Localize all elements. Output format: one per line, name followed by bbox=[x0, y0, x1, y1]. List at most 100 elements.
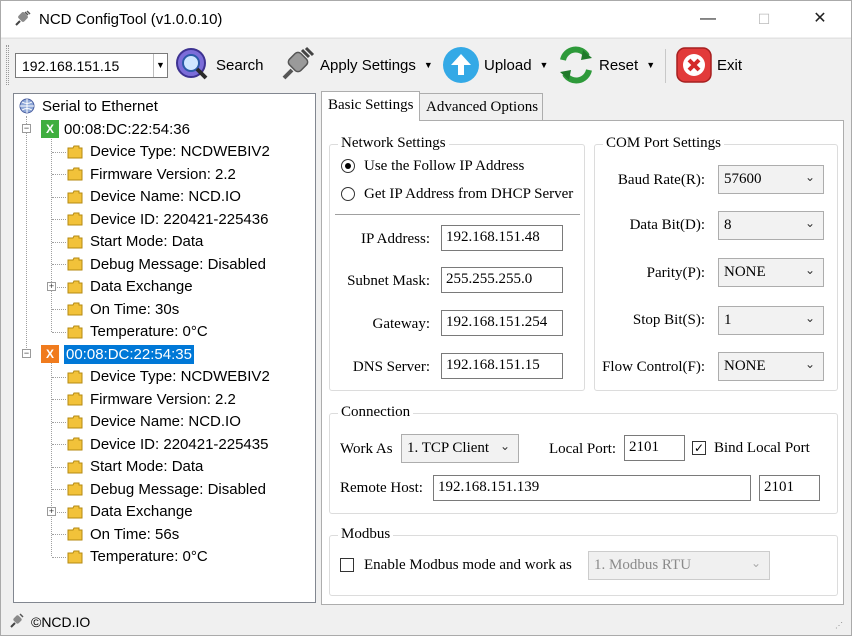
local-port-label: Local Port: bbox=[549, 441, 617, 457]
apply-settings-button[interactable]: Apply Settings ▼ bbox=[278, 45, 433, 85]
tree-device-node[interactable]: X 00:08:DC:22:54:36 bbox=[41, 118, 190, 140]
collapse-toggle[interactable]: − bbox=[22, 124, 31, 133]
modbus-mode-value: 1. Modbus RTU bbox=[594, 557, 692, 573]
upload-button[interactable]: Upload ▼ bbox=[442, 45, 548, 85]
tree-item-label: Device Type: NCDWEBIV2 bbox=[90, 368, 270, 385]
basic-settings-panel: Network Settings Use the Follow IP Addre… bbox=[321, 120, 844, 605]
folder-icon bbox=[67, 280, 83, 293]
tree-item-label: Device ID: 220421-225436 bbox=[90, 210, 269, 228]
tree-item-label: Device Type: NCDWEBIV2 bbox=[90, 143, 270, 160]
expand-toggle[interactable]: + bbox=[47, 281, 56, 291]
tree-item[interactable]: Start Mode: Data bbox=[67, 456, 203, 478]
flow-control-select[interactable]: NONE ⌄ bbox=[718, 352, 824, 381]
tree-item[interactable]: Device Type: NCDWEBIV2 bbox=[67, 141, 270, 163]
tree-item-label: Firmware Version: 2.2 bbox=[90, 390, 236, 408]
tree-line bbox=[51, 132, 52, 332]
tree-item-label: Device ID: 220421-225435 bbox=[90, 435, 269, 453]
tree-line bbox=[26, 116, 27, 356]
tree-line bbox=[52, 196, 66, 198]
upload-label: Upload bbox=[484, 56, 532, 74]
reset-button[interactable]: Reset ▼ bbox=[557, 45, 655, 85]
resize-grip[interactable]: ⋰ bbox=[835, 621, 845, 631]
tab-basic-settings[interactable]: Basic Settings bbox=[321, 91, 421, 121]
device-badge-icon: X bbox=[41, 120, 59, 138]
device-tree[interactable]: Serial to Ethernet − X 00:08:DC:22:54:36 De… bbox=[13, 93, 316, 603]
collapse-toggle[interactable]: − bbox=[22, 349, 31, 358]
tree-root[interactable]: Serial to Ethernet bbox=[19, 95, 158, 117]
dhcp-label[interactable]: Get IP Address from DHCP Server bbox=[364, 186, 573, 203]
tree-item[interactable]: Data Exchange bbox=[67, 276, 193, 298]
maximize-button[interactable]: ☐ bbox=[741, 1, 787, 37]
tree-item[interactable]: Firmware Version: 2.2 bbox=[67, 388, 236, 410]
tree-item[interactable]: Device Type: NCDWEBIV2 bbox=[67, 366, 270, 388]
minimize-button[interactable]: — bbox=[685, 1, 731, 37]
local-port-field[interactable]: 2101 bbox=[624, 435, 685, 461]
subnet-mask-field[interactable]: 255.255.255.0 bbox=[441, 267, 563, 293]
stop-bit-label: Stop Bit(S): bbox=[632, 312, 705, 328]
plug-icon bbox=[10, 613, 24, 628]
tree-item[interactable]: Temperature: 0°C bbox=[67, 321, 208, 343]
close-button[interactable]: ✕ bbox=[797, 1, 843, 37]
search-button[interactable]: Search bbox=[174, 45, 264, 85]
tree-item[interactable]: Start Mode: Data bbox=[67, 231, 203, 253]
folder-icon bbox=[67, 235, 83, 248]
folder-icon bbox=[67, 257, 83, 271]
remote-port-field[interactable]: 2101 bbox=[759, 475, 820, 501]
tree-item[interactable]: Data Exchange bbox=[67, 501, 193, 523]
tree-item-label: On Time: 30s bbox=[90, 300, 180, 318]
toolbar-grip[interactable] bbox=[6, 45, 9, 85]
tree-item[interactable]: Device ID: 220421-225436 bbox=[67, 208, 268, 230]
tree-item[interactable]: Device Name: NCD.IO bbox=[67, 186, 241, 208]
tree-item[interactable]: On Time: 30s bbox=[67, 298, 179, 320]
chevron-down-icon[interactable]: ▼ bbox=[153, 54, 167, 77]
enable-modbus-label[interactable]: Enable Modbus mode and work as bbox=[364, 557, 572, 574]
tree-line bbox=[52, 399, 66, 400]
work-as-select[interactable]: 1. TCP Client ⌄ bbox=[401, 434, 519, 463]
folder-icon bbox=[67, 190, 83, 203]
baud-rate-select[interactable]: 57600 ⌄ bbox=[718, 165, 824, 194]
gateway-field[interactable]: 192.168.151.254 bbox=[441, 310, 563, 336]
address-combobox[interactable]: 192.168.151.15 ▼ bbox=[15, 53, 168, 78]
flow-control-label: Flow Control(F): bbox=[602, 359, 705, 375]
tree-item[interactable]: Temperature: 0°C bbox=[67, 546, 208, 568]
chevron-down-icon: ⌄ bbox=[804, 216, 815, 230]
tree-item[interactable]: Debug Message: Disabled bbox=[67, 478, 266, 500]
static-ip-radio[interactable] bbox=[341, 159, 355, 173]
enable-modbus-checkbox[interactable] bbox=[340, 558, 354, 572]
chevron-down-icon[interactable]: ▼ bbox=[646, 60, 655, 70]
static-ip-label[interactable]: Use the Follow IP Address bbox=[364, 158, 524, 175]
folder-icon bbox=[67, 212, 83, 226]
modbus-mode-select[interactable]: 1. Modbus RTU ⌄ bbox=[588, 551, 770, 580]
divider bbox=[335, 214, 580, 216]
dhcp-radio[interactable] bbox=[341, 187, 355, 201]
data-bit-label: Data Bit(D): bbox=[629, 217, 705, 233]
parity-select[interactable]: NONE ⌄ bbox=[718, 258, 824, 287]
tree-item[interactable]: Device ID: 220421-225435 bbox=[67, 433, 268, 455]
address-value[interactable]: 192.168.151.15 bbox=[22, 58, 119, 74]
ip-address-field[interactable]: 192.168.151.48 bbox=[441, 225, 563, 251]
remote-host-field[interactable]: 192.168.151.139 bbox=[433, 475, 751, 501]
tree-line bbox=[52, 151, 66, 153]
chevron-down-icon[interactable]: ▼ bbox=[424, 60, 433, 70]
chevron-down-icon[interactable]: ▼ bbox=[540, 60, 549, 70]
tree-line bbox=[52, 444, 66, 445]
expand-toggle[interactable]: + bbox=[47, 506, 56, 516]
tree-item-label: Temperature: 0°C bbox=[90, 548, 208, 565]
chevron-down-icon: ⌄ bbox=[804, 170, 815, 184]
chevron-down-icon: ⌄ bbox=[499, 439, 510, 453]
baud-rate-label: Baud Rate(R): bbox=[617, 172, 705, 188]
tree-item[interactable]: On Time: 56s bbox=[67, 523, 179, 545]
dns-server-field[interactable]: 192.168.151.15 bbox=[441, 353, 563, 379]
tree-item[interactable]: Firmware Version: 2.2 bbox=[67, 163, 236, 185]
tree-item[interactable]: Debug Message: Disabled bbox=[67, 253, 266, 275]
exit-button[interactable]: Exit bbox=[675, 45, 742, 85]
tree-device-node[interactable]: X 00:08:DC:22:54:35 bbox=[41, 343, 194, 365]
tree-item[interactable]: Device Name: NCD.IO bbox=[67, 411, 241, 433]
stop-bit-select[interactable]: 1 ⌄ bbox=[718, 306, 824, 335]
chevron-down-icon: ⌄ bbox=[804, 311, 815, 325]
bind-local-port-checkbox[interactable]: ✓ bbox=[692, 441, 706, 455]
bind-local-port-label[interactable]: Bind Local Port bbox=[714, 440, 810, 457]
data-bit-select[interactable]: 8 ⌄ bbox=[718, 211, 824, 240]
tab-advanced-options[interactable]: Advanced Options bbox=[419, 93, 543, 121]
tree-line bbox=[52, 219, 66, 220]
